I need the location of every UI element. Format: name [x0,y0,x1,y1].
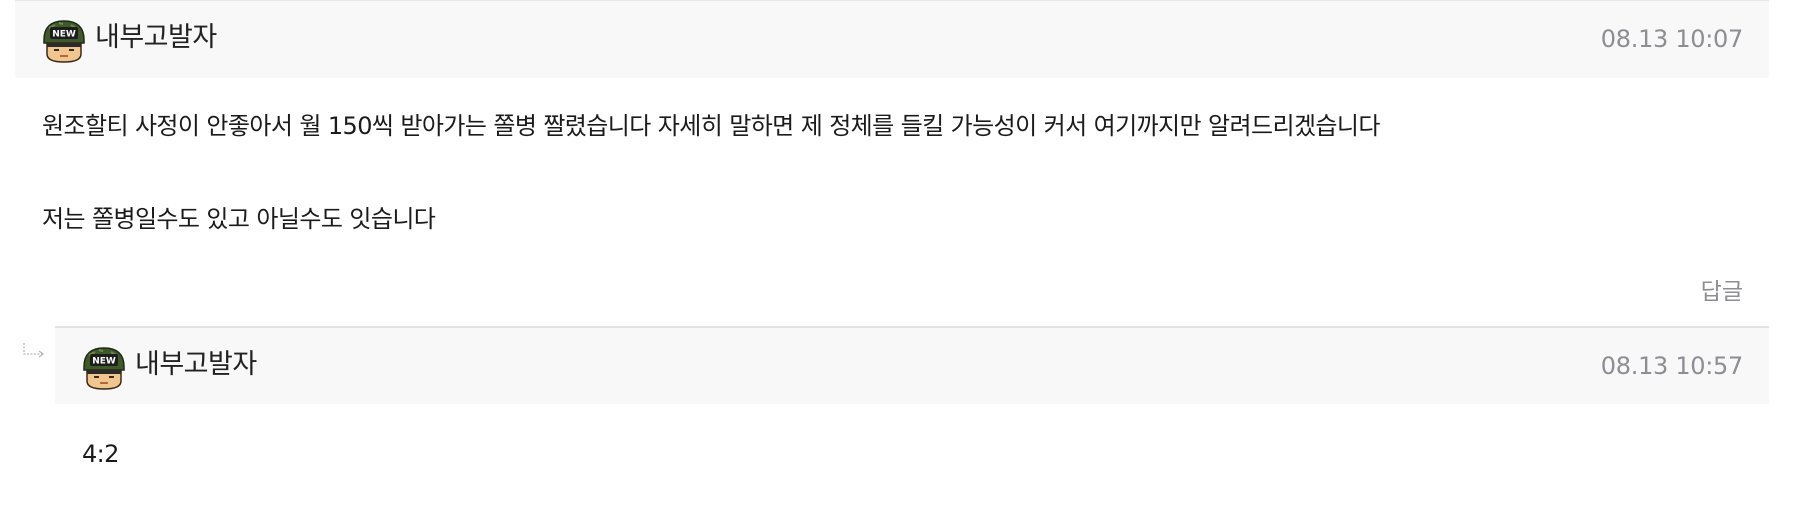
new-soldier-avatar-icon[interactable]: NEW [81,345,127,391]
comment-body-line: 원조할티 사정이 안좋아서 월 150씩 받아가는 쫄병 짤렸습니다 자세히 말… [42,112,1380,140]
avatar-badge-text: NEW [92,357,116,367]
new-soldier-avatar-icon[interactable]: NEW [41,18,87,64]
comment: NEW 내부고발자 08.13 10:07 원조할티 사정이 안좋아서 월 15… [15,0,1769,320]
reply-header: NEW 내부고발자 08.13 10:57 [55,326,1769,404]
reply-timestamp: 08.13 10:57 [1600,352,1744,380]
comment-list: NEW 내부고발자 08.13 10:07 원조할티 사정이 안좋아서 월 15… [0,0,1800,510]
reply-nickname[interactable]: 내부고발자 [135,346,257,384]
comment-body-line: 저는 쫄병일수도 있고 아닐수도 잇습니다 [42,205,436,233]
reply-button[interactable]: 답글 [1701,277,1743,307]
avatar-badge-text: NEW [52,30,76,40]
reply-arrow-icon [23,343,45,358]
comment-timestamp: 08.13 10:07 [1600,25,1744,53]
reply-comment: NEW 내부고발자 08.13 10:57 4:2 [55,326,1769,510]
reply-body-line: 4:2 [82,440,119,468]
comment-nickname[interactable]: 내부고발자 [95,19,217,57]
comment-header: NEW 내부고발자 08.13 10:07 [15,0,1769,78]
